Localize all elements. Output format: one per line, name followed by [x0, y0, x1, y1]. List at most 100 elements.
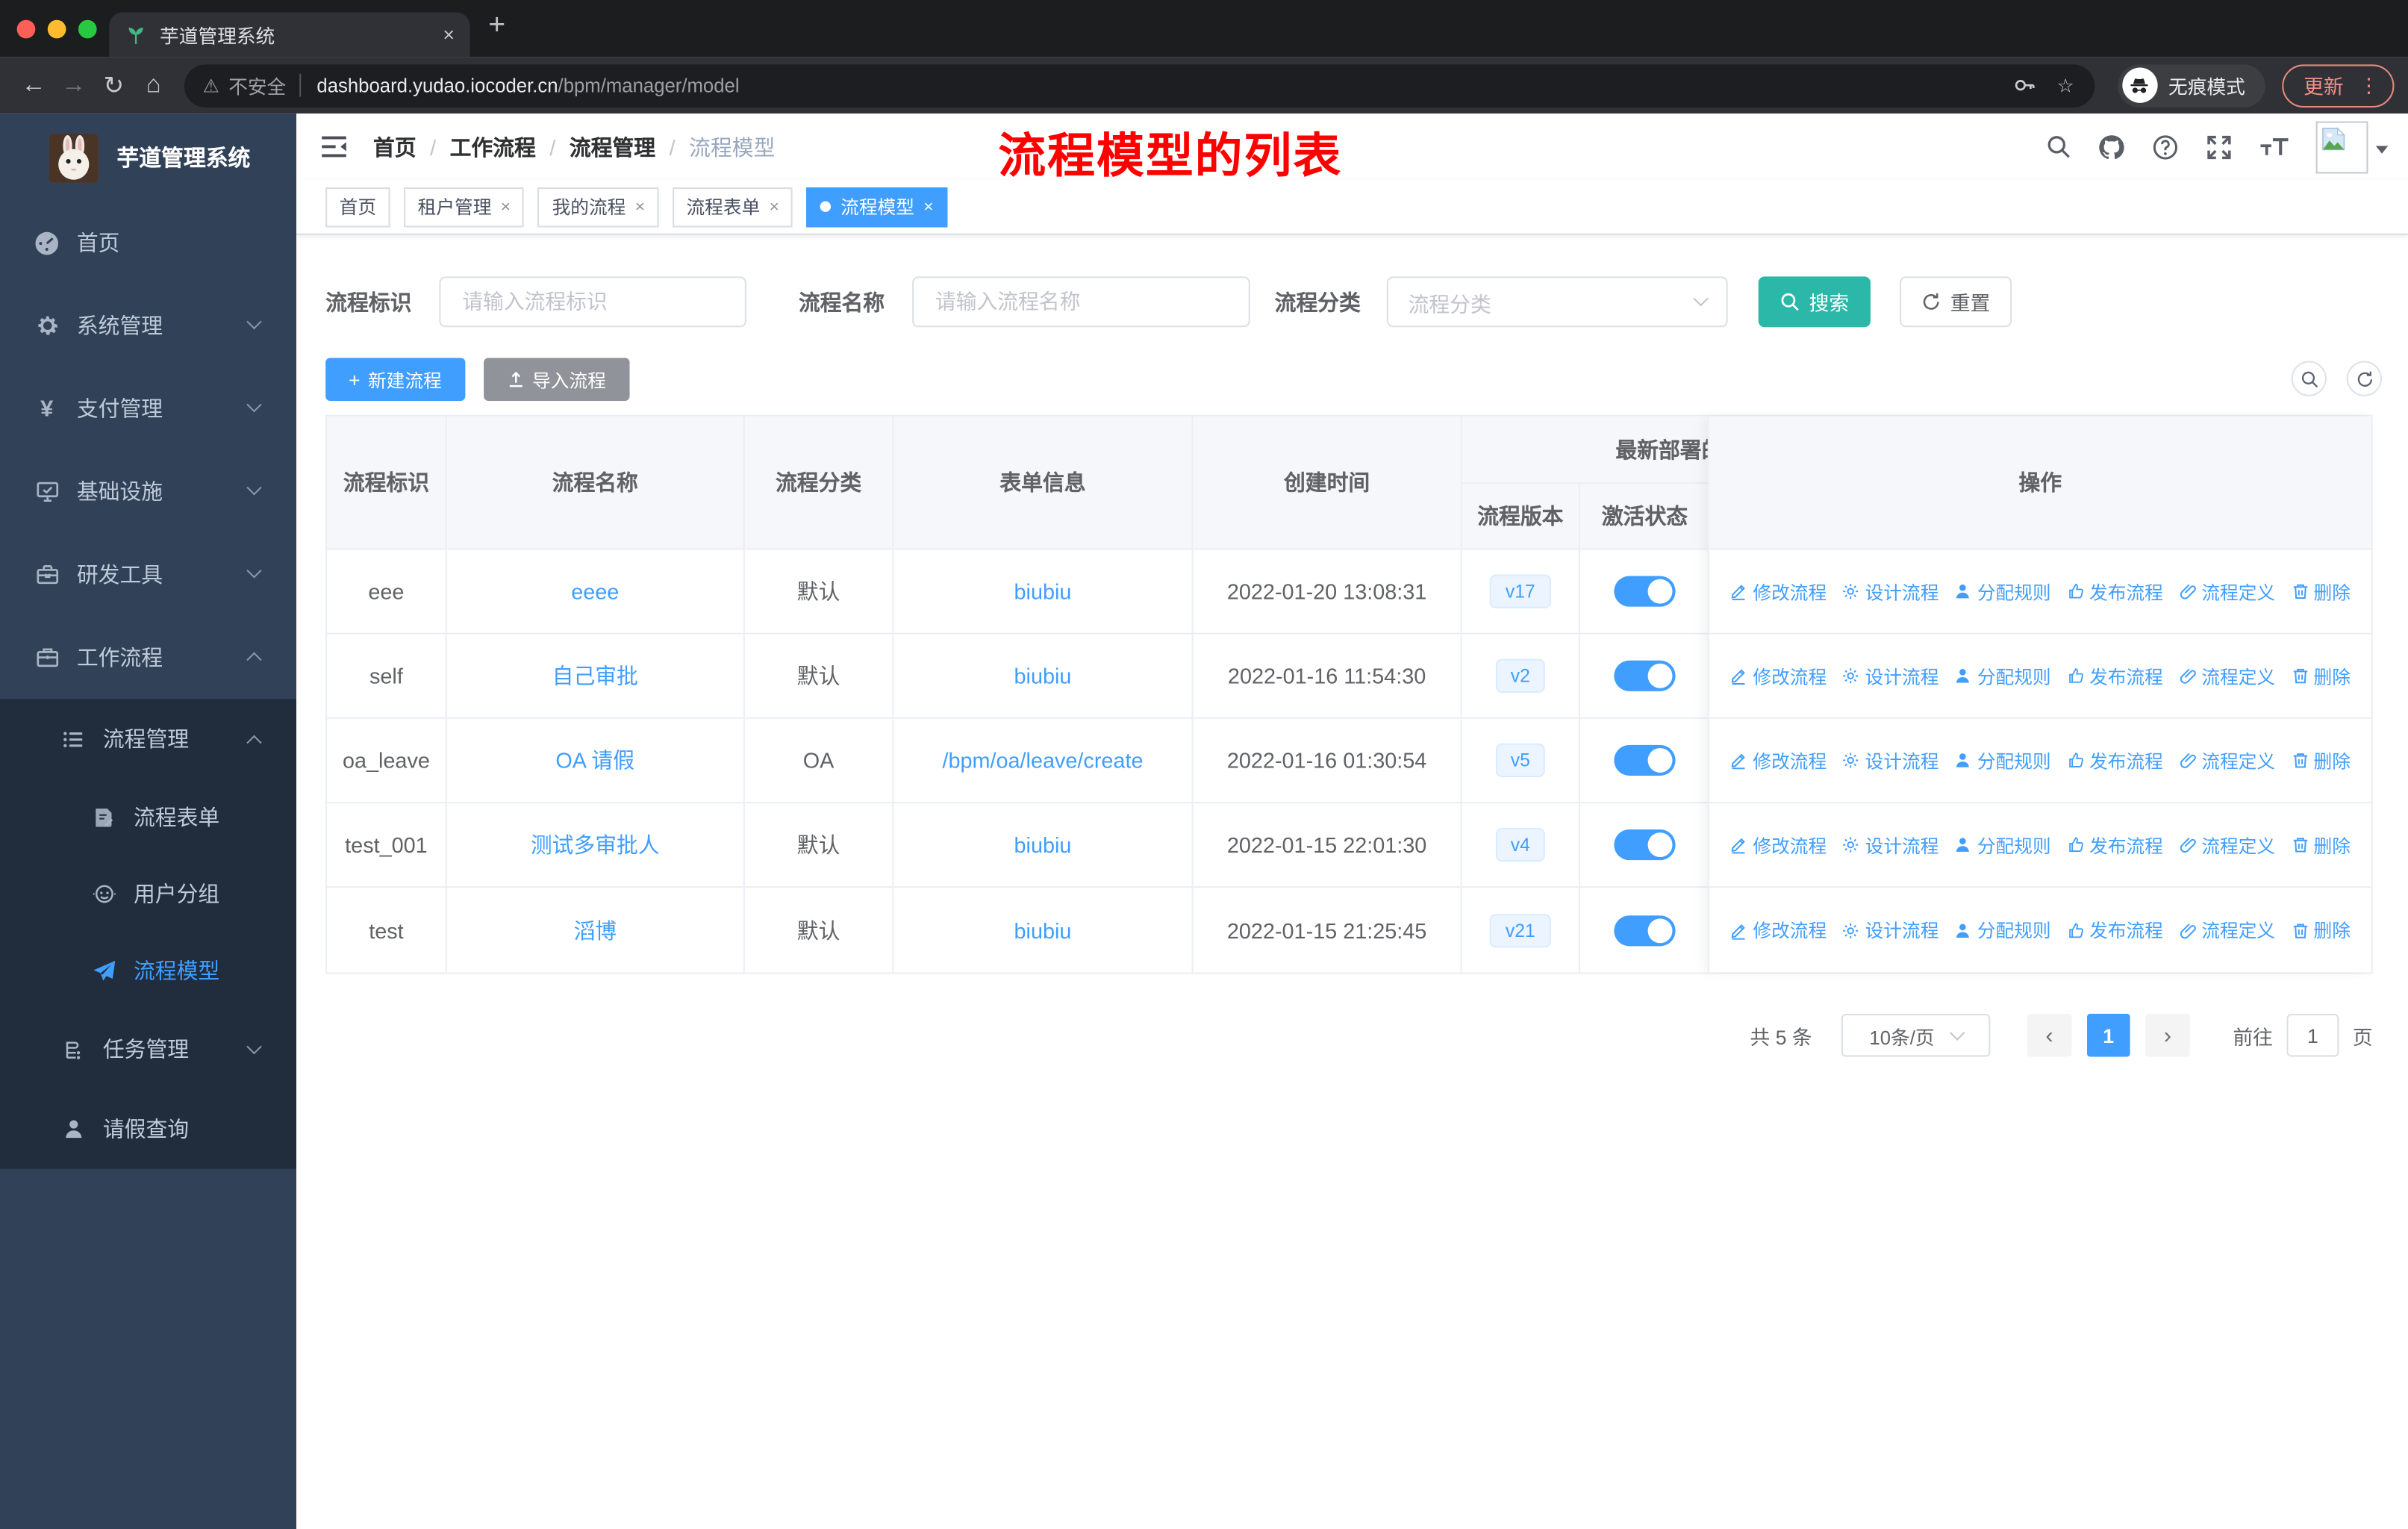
delete-link[interactable]: 删除	[2291, 663, 2351, 689]
sidebar-fold-icon[interactable]	[319, 134, 349, 160]
process-name-link[interactable]: OA 请假	[555, 745, 634, 776]
goto-page-input[interactable]	[2286, 1013, 2339, 1057]
active-toggle[interactable]	[1614, 660, 1676, 691]
form-info-link[interactable]: biubiu	[1014, 918, 1072, 942]
help-icon[interactable]	[2151, 133, 2179, 161]
process-definition-link[interactable]: 流程定义	[2178, 579, 2275, 605]
fullscreen-icon[interactable]	[2205, 133, 2233, 161]
process-definition-link[interactable]: 流程定义	[2178, 917, 2275, 943]
publish-process-link[interactable]: 发布流程	[2066, 832, 2163, 858]
modify-process-link[interactable]: 修改流程	[1730, 832, 1827, 858]
assign-rule-link[interactable]: 分配规则	[1954, 663, 2051, 689]
browser-menu-icon[interactable]: ⋮	[2359, 73, 2379, 98]
next-page-button[interactable]: ›	[2145, 1013, 2190, 1057]
current-page-button[interactable]: 1	[2086, 1013, 2130, 1057]
publish-process-link[interactable]: 发布流程	[2066, 663, 2163, 689]
prev-page-button[interactable]: ‹	[2027, 1013, 2072, 1057]
design-process-link[interactable]: 设计流程	[1842, 747, 1938, 773]
password-key-icon[interactable]	[2006, 65, 2045, 105]
github-icon[interactable]	[2097, 133, 2125, 161]
delete-link[interactable]: 删除	[2291, 747, 2351, 773]
delete-link[interactable]: 删除	[2291, 917, 2351, 943]
user-avatar[interactable]	[2315, 120, 2389, 173]
minimize-window-button[interactable]	[47, 19, 66, 39]
font-size-icon[interactable]	[2259, 134, 2289, 159]
active-toggle[interactable]	[1614, 744, 1676, 776]
maximize-window-button[interactable]	[78, 19, 97, 39]
assign-rule-link[interactable]: 分配规则	[1954, 832, 2051, 858]
process-definition-link[interactable]: 流程定义	[2178, 747, 2275, 773]
search-button[interactable]: 搜索	[1758, 276, 1871, 328]
tag-close-icon[interactable]: ×	[635, 197, 645, 216]
modify-process-link[interactable]: 修改流程	[1730, 747, 1827, 773]
address-bar[interactable]: ⚠ 不安全 dashboard.yudao.iocoder.cn/bpm/man…	[184, 63, 2095, 107]
modify-process-link[interactable]: 修改流程	[1730, 579, 1827, 605]
assign-rule-link[interactable]: 分配规则	[1954, 747, 2051, 773]
tag-close-icon[interactable]: ×	[501, 197, 511, 216]
sidebar-item-leave-query[interactable]: 请假查询	[0, 1089, 296, 1169]
sidebar-item-infrastructure[interactable]: 基础设施	[0, 450, 296, 533]
assign-rule-link[interactable]: 分配规则	[1954, 917, 2051, 943]
delete-link[interactable]: 删除	[2291, 579, 2351, 605]
sidebar-item-payment[interactable]: ¥ 支付管理	[0, 367, 296, 450]
breadcrumb-process-management[interactable]: 流程管理	[570, 131, 655, 162]
tag-my-process[interactable]: 我的流程 ×	[538, 186, 659, 227]
process-id-input[interactable]	[439, 276, 746, 328]
form-info-link[interactable]: biubiu	[1014, 664, 1072, 688]
tag-process-model[interactable]: 流程模型 ×	[806, 186, 948, 227]
publish-process-link[interactable]: 发布流程	[2066, 579, 2163, 605]
browser-update-button[interactable]: 更新 ⋮	[2282, 63, 2395, 107]
sidebar-item-devtools[interactable]: 研发工具	[0, 533, 296, 616]
breadcrumb-workflow[interactable]: 工作流程	[450, 131, 536, 162]
sidebar-item-process-form[interactable]: 流程表单	[0, 779, 296, 856]
sidebar-item-process-model[interactable]: 流程模型	[0, 932, 296, 1009]
back-icon[interactable]: ←	[14, 63, 54, 107]
sidebar-item-workflow[interactable]: 工作流程	[0, 616, 296, 699]
close-window-button[interactable]	[16, 19, 36, 39]
forward-icon[interactable]: →	[54, 63, 93, 107]
process-name-link[interactable]: 自己审批	[552, 661, 638, 691]
sidebar-item-system[interactable]: 系统管理	[0, 284, 296, 367]
home-icon[interactable]: ⌂	[134, 63, 173, 107]
design-process-link[interactable]: 设计流程	[1842, 917, 1938, 943]
tag-close-icon[interactable]: ×	[770, 197, 779, 216]
modify-process-link[interactable]: 修改流程	[1730, 917, 1827, 943]
form-info-link[interactable]: biubiu	[1014, 832, 1072, 857]
active-toggle[interactable]	[1614, 829, 1676, 861]
tab-close-icon[interactable]: ×	[443, 23, 455, 46]
process-name-link[interactable]: eeee	[571, 579, 619, 604]
create-process-button[interactable]: + 新建流程	[325, 358, 465, 401]
publish-process-link[interactable]: 发布流程	[2066, 917, 2163, 943]
process-name-input[interactable]	[912, 276, 1250, 328]
new-tab-button[interactable]: +	[488, 9, 505, 43]
sidebar-item-home[interactable]: 首页	[0, 202, 296, 284]
design-process-link[interactable]: 设计流程	[1842, 663, 1938, 689]
bookmark-star-icon[interactable]: ☆	[2045, 65, 2085, 105]
process-definition-link[interactable]: 流程定义	[2178, 663, 2275, 689]
tag-close-icon[interactable]: ×	[923, 197, 933, 216]
sidebar-item-user-group[interactable]: 用户分组	[0, 856, 296, 932]
active-toggle[interactable]	[1614, 915, 1676, 946]
tag-home[interactable]: 首页	[325, 186, 390, 227]
window-controls[interactable]	[16, 19, 97, 39]
process-definition-link[interactable]: 流程定义	[2178, 832, 2275, 858]
sidebar-logo[interactable]: 芋道管理系统	[0, 113, 296, 201]
refresh-button[interactable]	[2346, 361, 2383, 396]
import-process-button[interactable]: 导入流程	[483, 358, 629, 401]
sidebar-item-task-management[interactable]: 任务管理	[0, 1009, 296, 1089]
reload-icon[interactable]: ↻	[94, 63, 134, 107]
form-info-link[interactable]: /bpm/oa/leave/create	[942, 748, 1143, 773]
search-icon[interactable]	[2045, 134, 2071, 160]
design-process-link[interactable]: 设计流程	[1842, 832, 1938, 858]
assign-rule-link[interactable]: 分配规则	[1954, 579, 2051, 605]
breadcrumb-home[interactable]: 首页	[373, 131, 417, 162]
modify-process-link[interactable]: 修改流程	[1730, 663, 1827, 689]
form-info-link[interactable]: biubiu	[1014, 579, 1072, 604]
delete-link[interactable]: 删除	[2291, 832, 2351, 858]
active-toggle[interactable]	[1614, 576, 1676, 607]
toggle-search-button[interactable]	[2291, 361, 2327, 396]
page-size-select[interactable]: 10条/页	[1841, 1013, 1991, 1057]
sidebar-item-process-management[interactable]: 流程管理	[0, 699, 296, 779]
process-name-link[interactable]: 测试多审批人	[531, 829, 660, 860]
design-process-link[interactable]: 设计流程	[1842, 579, 1938, 605]
